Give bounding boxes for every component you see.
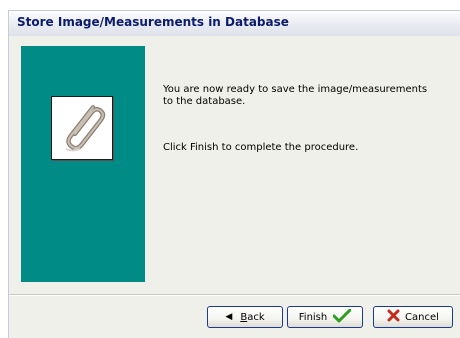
back-arrow-icon: ◀ <box>225 311 233 322</box>
cancel-x-icon <box>387 309 400 325</box>
back-button[interactable]: ◀ Back <box>207 306 283 328</box>
ready-message-line1: You are now ready to save the image/meas… <box>163 84 428 95</box>
back-button-accel: B <box>240 311 248 323</box>
wizard-body: You are now ready to save the image/meas… <box>8 36 460 338</box>
wizard-window: Store Image/Measurements in Database You… <box>0 0 460 338</box>
ready-message-line2: to the database. <box>163 96 246 107</box>
back-button-label: ack <box>247 311 265 323</box>
title-bar: Store Image/Measurements in Database <box>8 10 460 36</box>
side-banner <box>21 46 145 282</box>
cancel-button[interactable]: Cancel <box>373 306 453 328</box>
ready-message: You are now ready to save the image/meas… <box>163 84 448 108</box>
button-divider <box>9 294 460 296</box>
window-title: Store Image/Measurements in Database <box>17 15 289 29</box>
finish-instruction: Click Finish to complete the procedure. <box>163 142 359 153</box>
cancel-button-label: Cancel <box>405 311 439 323</box>
finish-button[interactable]: Finish <box>287 306 363 328</box>
finish-button-label: Finish <box>298 311 328 323</box>
paperclip-icon <box>51 96 113 160</box>
checkmark-icon <box>332 308 352 326</box>
